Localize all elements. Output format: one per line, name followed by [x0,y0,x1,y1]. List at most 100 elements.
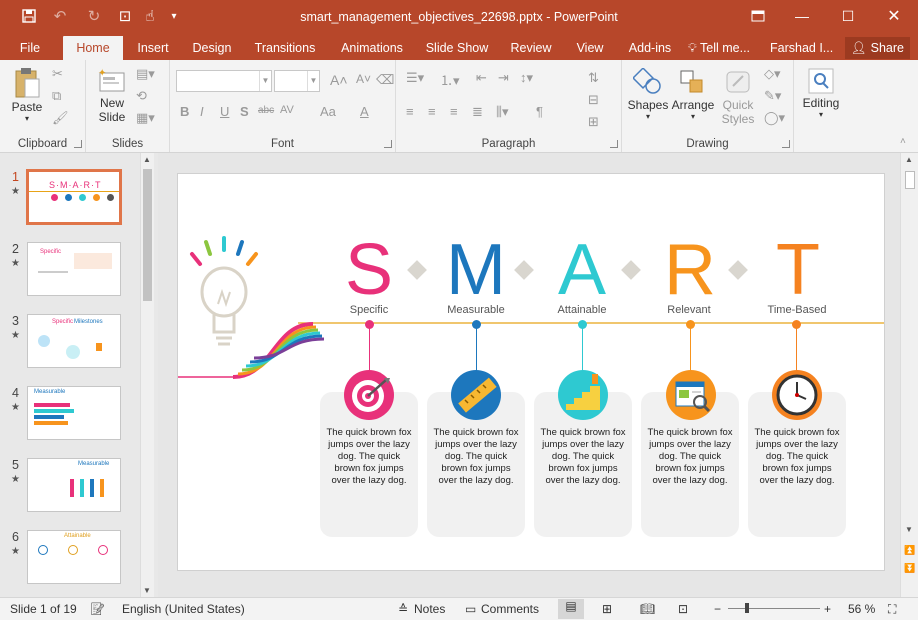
fit-slide-icon[interactable]: ⛶ [888,602,896,617]
shape-outline-icon[interactable]: ✎▾ [764,88,781,104]
copy-icon[interactable]: ⧉ [52,88,61,104]
zoom-level[interactable]: 56 % [848,602,875,616]
slide-thumbnail-5[interactable]: Measurable [27,458,121,512]
font-launcher[interactable] [384,140,392,148]
slides-scrollbar[interactable]: ▲ ▼ [140,153,154,597]
slide-thumbnail-1[interactable]: S·M·A·R·T [26,169,122,225]
align-center-icon[interactable]: ≡ [428,104,436,119]
numbering-icon[interactable]: ⒈▾ [440,70,460,89]
comments-button[interactable]: Comments [481,602,539,616]
shape-fill-icon[interactable]: ◇▾ [764,66,781,82]
tab-insert[interactable]: Insert [130,36,176,60]
scroll-down-icon[interactable]: ▼ [905,525,913,534]
editing-button[interactable]: Editing ▾ [798,66,844,119]
slideshow-icon[interactable]: ⊡ [678,602,688,616]
shrink-font-icon[interactable]: A˅ [356,72,371,86]
bullets-icon[interactable]: ☰▾ [406,70,424,86]
zoom-slider[interactable] [728,608,820,609]
cut-icon[interactable]: ✂ [52,66,63,82]
bold-button[interactable]: B [180,104,189,119]
close-icon[interactable]: ✕ [874,0,914,32]
tab-design[interactable]: Design [186,36,238,60]
scroll-thumb[interactable] [905,171,915,189]
ruler-icon [451,370,501,420]
language[interactable]: English (United States) [122,602,245,616]
change-case-button[interactable]: Aa [320,104,336,119]
tab-file[interactable]: File [8,36,52,60]
zoom-in-icon[interactable]: + [824,602,831,616]
font-color-button[interactable]: A [360,104,369,119]
text-direction-icon[interactable]: ⇅ [588,70,599,86]
scroll-down-icon[interactable]: ▼ [143,586,151,595]
tab-slide-show[interactable]: Slide Show [422,36,492,60]
align-text-icon[interactable]: ⊟ [588,92,599,108]
previous-slide-icon[interactable]: ⏫ [904,545,915,556]
scroll-up-icon[interactable]: ▲ [143,155,151,164]
new-slide-button[interactable]: ✦ New Slide [92,66,132,124]
zoom-slider-thumb[interactable] [745,603,749,613]
thumb-title: Specific [52,319,74,325]
tell-me-box[interactable]: 💡︎ Tell me... [688,36,768,60]
italic-button[interactable]: I [200,104,204,119]
reading-view-icon[interactable]: 📖︎ [640,602,655,616]
line-spacing-icon[interactable]: ↕▾ [520,70,533,86]
slide-thumbnail-6[interactable]: Attainable [27,530,121,584]
arrange-button[interactable]: Arrange ▾ [670,66,716,121]
quick-styles-button[interactable]: Quick Styles [716,66,760,126]
tab-transitions[interactable]: Transitions [252,36,318,60]
clear-format-icon[interactable]: ⌫ [376,72,394,88]
tab-view[interactable]: View [570,36,610,60]
zoom-out-icon[interactable]: − [714,602,721,616]
align-left-icon[interactable]: ≡ [406,104,414,119]
normal-view-icon[interactable]: ▤ [558,599,584,619]
slide-thumbnail-4[interactable]: Measurable [27,386,121,440]
shapes-button[interactable]: Shapes ▾ [626,66,670,121]
increase-indent-icon[interactable]: ⇥ [498,70,509,86]
maximize-icon[interactable]: ☐ [828,0,868,32]
next-slide-icon[interactable]: ⏬ [904,563,915,574]
decrease-indent-icon[interactable]: ⇤ [476,70,487,86]
spacing-button[interactable]: AV [280,104,294,116]
tab-home[interactable]: Home [63,36,123,60]
grow-font-icon[interactable]: A˄ [330,72,348,88]
tab-review[interactable]: Review [506,36,556,60]
minimize-icon[interactable]: — [782,0,822,32]
font-name-combo[interactable]: ▼ [176,70,272,92]
format-painter-icon[interactable]: 🖌︎ [52,110,69,126]
scroll-thumb[interactable] [143,169,152,301]
shape-effects-icon[interactable]: ◯▾ [764,110,785,126]
columns-icon[interactable]: ⫼▾ [496,104,509,120]
share-button[interactable]: 👤︎ Share [844,37,910,59]
drawing-launcher[interactable] [782,140,790,148]
slide-number: 6 [12,530,19,544]
thumb-bar [70,479,74,497]
slide-canvas[interactable]: S M A R T Specific Measurable Attainable… [177,173,885,571]
spell-check-icon[interactable]: 📝︎ [90,602,105,616]
slide-thumbnail-2[interactable]: Specific [27,242,121,296]
drawing-group: Shapes ▾ Arrange ▾ Quick Styles ◇▾ ✎▾ ◯▾… [622,60,794,152]
collapse-ribbon-icon[interactable]: ˄ [900,136,906,147]
ltr-icon[interactable]: ¶ [536,104,543,119]
ribbon-display-icon[interactable] [738,0,778,32]
clipboard-launcher[interactable] [74,140,82,148]
strikethrough-button[interactable]: abc [258,105,274,116]
tab-animations[interactable]: Animations [334,36,410,60]
paragraph-launcher[interactable] [610,140,618,148]
tab-add-ins[interactable]: Add-ins [622,36,678,60]
notes-button[interactable]: Notes [414,602,445,616]
underline-button[interactable]: U [220,104,229,119]
shadow-button[interactable]: S [240,104,249,119]
section-icon[interactable]: ▦▾ [136,110,155,126]
smartart-icon[interactable]: ⊞ [588,114,599,130]
align-right-icon[interactable]: ≡ [450,104,458,119]
justify-icon[interactable]: ≣ [472,104,483,120]
editor-scrollbar[interactable]: ▲ ▼ ⏫ ⏬ [900,153,918,597]
scroll-up-icon[interactable]: ▲ [905,155,913,164]
paste-button[interactable]: Paste ▾ [6,66,48,123]
user-name[interactable]: Farshad I... [770,36,834,60]
reset-icon[interactable]: ⟲ [136,88,147,104]
slide-sorter-icon[interactable]: ⊞ [602,602,612,616]
slide-thumbnail-3[interactable]: Specific Milestones [27,314,121,368]
layout-icon[interactable]: ▤▾ [136,66,155,82]
font-size-combo[interactable]: ▼ [274,70,320,92]
